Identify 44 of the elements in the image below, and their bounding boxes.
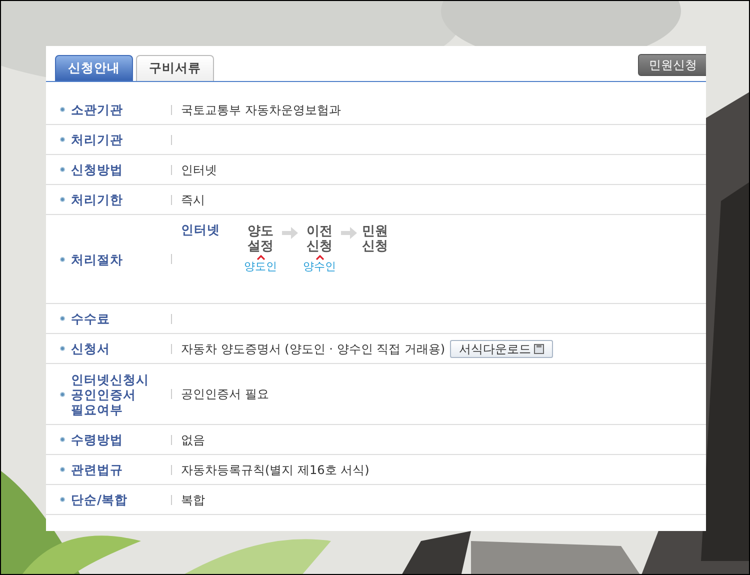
row-label: 소관기관 (71, 102, 124, 117)
download-button[interactable]: 서식다운로드 (450, 340, 554, 358)
row-label: 수수료 (71, 311, 111, 326)
bullet-icon (60, 107, 65, 112)
bullet-icon (60, 392, 65, 396)
row-label: 신청서 (71, 341, 111, 356)
process-method: 인터넷 (181, 221, 220, 239)
row-value: 자동차등록규칙(별지 제16호 서식) (181, 462, 370, 478)
apply-button[interactable]: 민원신청 (638, 54, 706, 76)
caret-icon (256, 255, 264, 260)
bullet-icon (60, 137, 65, 142)
caret-icon (316, 255, 324, 260)
process-step: 민원 신청 (362, 221, 388, 254)
process-step: 양도 설정 (248, 221, 274, 254)
step-actor: 양도인 (244, 260, 277, 273)
row-value: 자동차 양도증명서 (양도인 · 양수인 직접 거래용) (181, 340, 446, 358)
step-actor: 양수인 (303, 260, 336, 273)
row-value: 즉시 (181, 192, 205, 208)
process-step: 이전 신청 (306, 221, 332, 254)
row-label: 관련법규 (71, 462, 124, 477)
row-value: 공인인증서 필요 (181, 386, 269, 403)
row-label: 수령방법 (71, 432, 124, 447)
row-label: 신청방법 (71, 162, 124, 177)
row-value: 국토교통부 자동차운영보험과 (181, 102, 341, 118)
tab[interactable]: 구비서류 (136, 55, 214, 81)
bullet-icon (60, 167, 65, 172)
row-label: 처리기관 (71, 132, 124, 147)
row-label: 처리기한 (71, 192, 124, 207)
row-value: 복합 (181, 492, 205, 508)
row-label: 단순/복합 (71, 492, 129, 507)
bullet-icon (60, 197, 65, 202)
bullet-icon (60, 316, 65, 321)
bullet-icon (60, 467, 65, 472)
row-value: 없음 (181, 432, 205, 448)
save-icon (534, 344, 544, 354)
bullet-icon (60, 346, 65, 351)
bullet-icon (60, 256, 65, 262)
bullet-icon (60, 497, 65, 502)
row-label: 인터넷신청시 공인인증서 필요여부 (71, 372, 150, 416)
bullet-icon (60, 437, 65, 442)
arrow-icon (282, 227, 298, 239)
row-label: 처리절차 (71, 252, 124, 266)
arrow-icon (341, 227, 357, 239)
row-value: 인터넷 (181, 162, 217, 178)
